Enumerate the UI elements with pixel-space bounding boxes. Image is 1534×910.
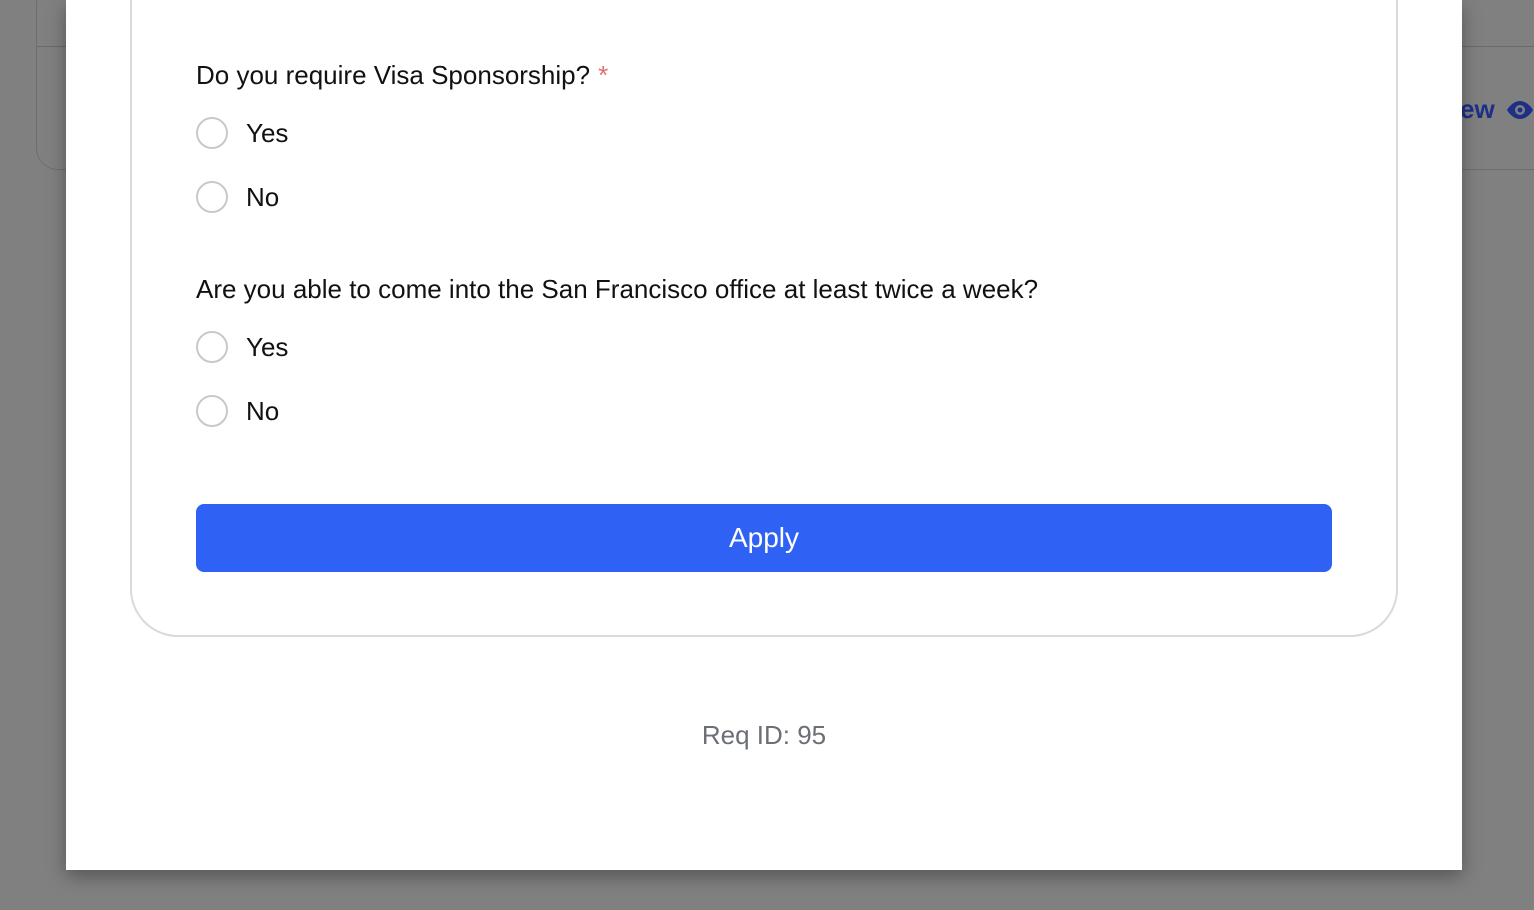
background-view-link: ew (1460, 94, 1534, 125)
office-attendance-yes-label: Yes (246, 331, 289, 362)
visa-sponsorship-yes-option[interactable]: Yes (196, 117, 288, 149)
req-id-label: Req ID: 95 (701, 720, 827, 750)
visa-sponsorship-no-option[interactable]: No (196, 181, 279, 213)
background-view-label: ew (1460, 94, 1495, 124)
office-attendance-yes-option[interactable]: Yes (196, 331, 288, 363)
apply-button[interactable]: Apply (196, 504, 1332, 572)
office-attendance-yes-radio[interactable] (196, 331, 228, 363)
office-attendance-question: Are you able to come into the San Franci… (196, 274, 1038, 305)
office-attendance-no-radio[interactable] (196, 395, 228, 427)
eye-icon (1506, 100, 1533, 119)
visa-sponsorship-question: Do you require Visa Sponsorship? * (196, 60, 608, 91)
office-attendance-question-label: Are you able to come into the San Franci… (196, 274, 1039, 304)
visa-sponsorship-no-label: No (246, 181, 280, 212)
visa-sponsorship-question-label: Do you require Visa Sponsorship? (196, 60, 591, 90)
visa-sponsorship-no-radio[interactable] (196, 181, 228, 213)
visa-sponsorship-yes-label: Yes (246, 117, 289, 148)
office-attendance-no-label: No (246, 395, 280, 426)
required-marker: * (598, 60, 609, 90)
office-attendance-no-option[interactable]: No (196, 395, 279, 427)
visa-sponsorship-yes-radio[interactable] (196, 117, 228, 149)
application-modal: Do you require Visa Sponsorship? * Yes No… (66, 0, 1462, 870)
